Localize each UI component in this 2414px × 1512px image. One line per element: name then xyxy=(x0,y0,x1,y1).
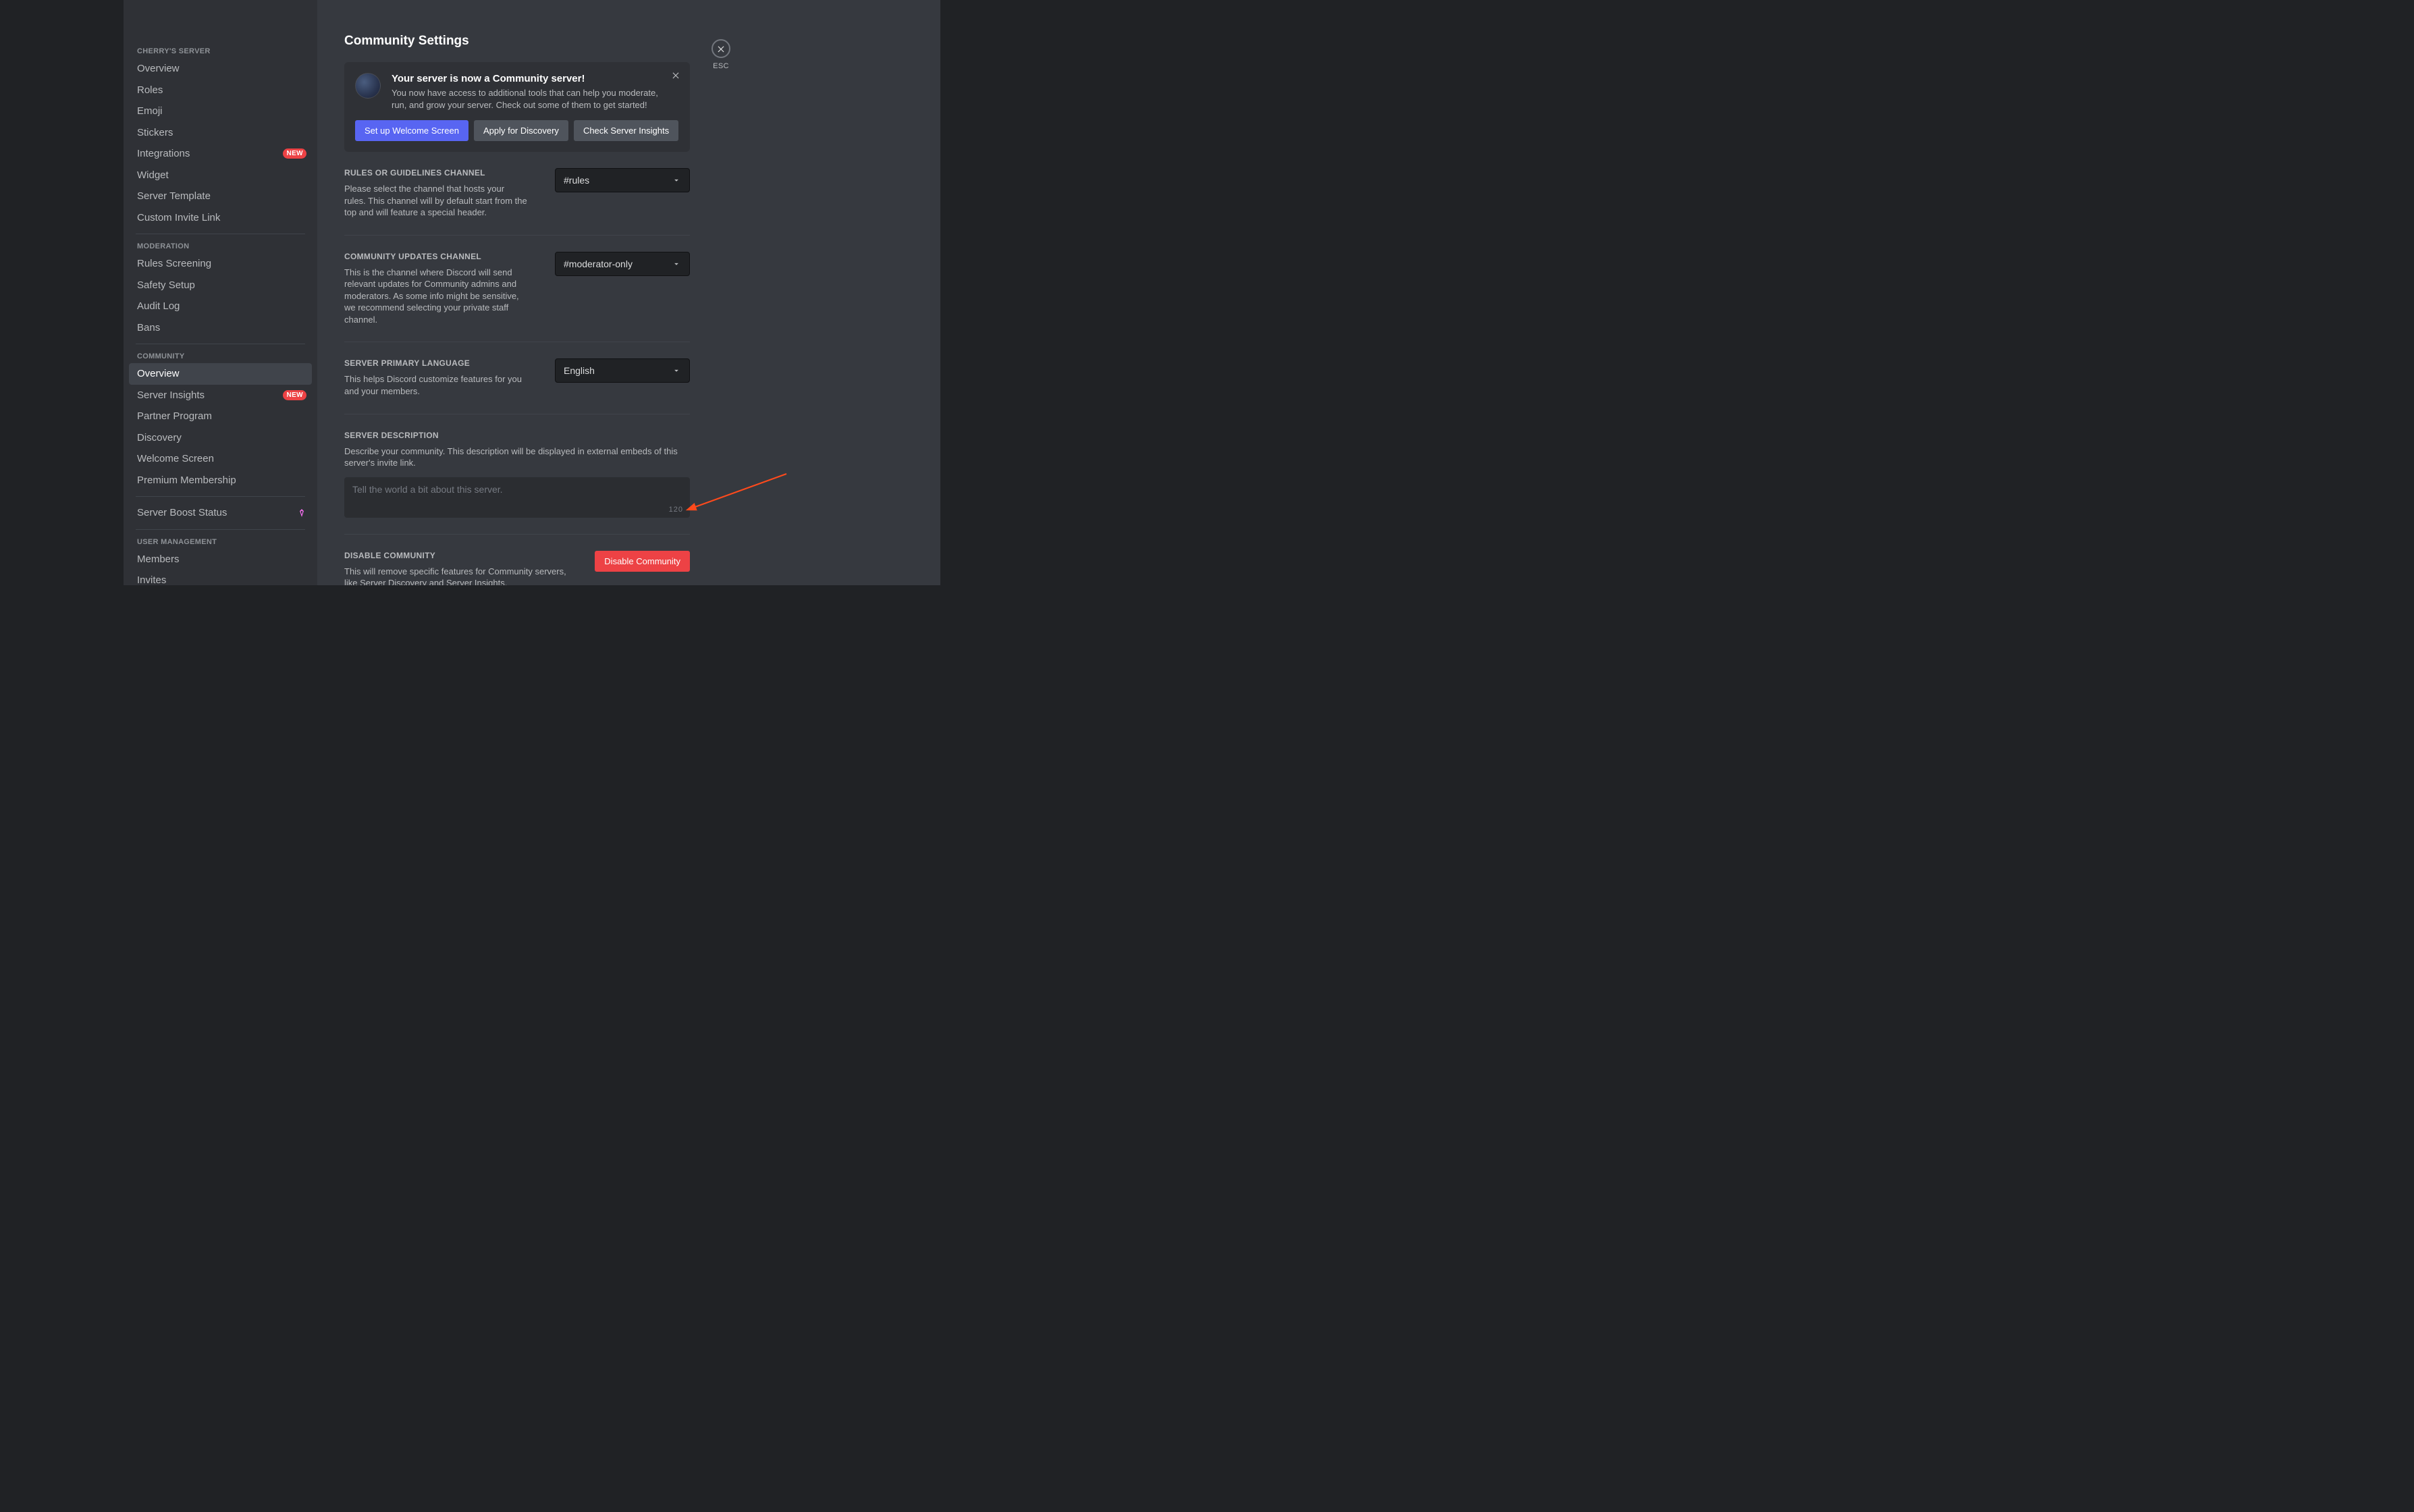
sidebar-item-label: Invites xyxy=(137,574,166,585)
language-desc: This helps Discord customize features fo… xyxy=(344,373,528,397)
char-count: 120 xyxy=(669,506,683,514)
divider xyxy=(344,534,690,535)
sidebar-item-label: Rules Screening xyxy=(137,257,211,271)
sidebar-section-header: CHERRY'S SERVER xyxy=(129,45,312,58)
server-description-hint: Describe your community. This descriptio… xyxy=(344,446,690,469)
sidebar-item-label: Stickers xyxy=(137,126,173,140)
banner-illustration xyxy=(355,73,381,99)
sidebar-item-roles[interactable]: Roles xyxy=(129,80,312,101)
sidebar-item-server-boost-status[interactable]: Server Boost Status xyxy=(129,502,312,524)
activity-bar-gutter xyxy=(0,0,124,585)
sidebar-item-label: Server Insights xyxy=(137,389,205,402)
settings-main: Community Settings Your server is now a … xyxy=(317,0,940,585)
sidebar-item-label: Audit Log xyxy=(137,300,180,313)
sidebar-item-invites[interactable]: Invites xyxy=(129,570,312,585)
rules-channel-title: RULES OR GUIDELINES CHANNEL xyxy=(344,168,528,178)
banner-description: You now have access to additional tools … xyxy=(392,87,662,111)
language-select[interactable]: English xyxy=(555,358,690,383)
sidebar-divider xyxy=(136,496,305,497)
language-value: English xyxy=(564,365,595,376)
sidebar-item-label: Safety Setup xyxy=(137,279,195,292)
sidebar-item-safety-setup[interactable]: Safety Setup xyxy=(129,275,312,296)
sidebar-item-label: Premium Membership xyxy=(137,474,236,487)
sidebar-item-server-template[interactable]: Server Template xyxy=(129,186,312,207)
sidebar-item-discovery[interactable]: Discovery xyxy=(129,427,312,449)
settings-sidebar: CHERRY'S SERVER Overview Roles Emoji Sticker… xyxy=(124,0,317,585)
sidebar-item-label: Discovery xyxy=(137,431,182,445)
sidebar-item-widget[interactable]: Widget xyxy=(129,165,312,186)
sidebar-item-label: Welcome Screen xyxy=(137,452,214,466)
sidebar-item-label: Widget xyxy=(137,169,169,182)
sidebar-item-emoji[interactable]: Emoji xyxy=(129,101,312,122)
boost-gem-icon xyxy=(297,508,306,518)
sidebar-section-header: USER MANAGEMENT xyxy=(129,535,312,549)
sidebar-item-partner-program[interactable]: Partner Program xyxy=(129,406,312,427)
sidebar-item-label: Custom Invite Link xyxy=(137,211,220,225)
sidebar-section-header: COMMUNITY xyxy=(129,350,312,363)
updates-channel-value: #moderator-only xyxy=(564,259,633,269)
sidebar-item-audit-log[interactable]: Audit Log xyxy=(129,296,312,317)
rules-channel-select[interactable]: #rules xyxy=(555,168,690,192)
sidebar-item-overview[interactable]: Overview xyxy=(129,363,312,385)
sidebar-item-label: Emoji xyxy=(137,105,163,118)
sidebar-item-label: Server Boost Status xyxy=(137,506,227,520)
rules-channel-desc: Please select the channel that hosts you… xyxy=(344,183,528,219)
close-icon xyxy=(716,44,726,53)
sidebar-section-header: MODERATION xyxy=(129,240,312,253)
sidebar-item-label: Roles xyxy=(137,84,163,97)
banner-close-icon[interactable] xyxy=(671,70,680,80)
disable-community-desc: This will remove specific features for C… xyxy=(344,566,579,585)
divider xyxy=(344,235,690,236)
sidebar-item-rules-screening[interactable]: Rules Screening xyxy=(129,253,312,275)
chevron-down-icon xyxy=(672,259,681,269)
sidebar-item-server-insights[interactable]: Server Insights NEW xyxy=(129,385,312,406)
new-badge: NEW xyxy=(283,390,306,400)
sidebar-item-integrations[interactable]: Integrations NEW xyxy=(129,143,312,165)
apply-for-discovery-button[interactable]: Apply for Discovery xyxy=(474,120,568,141)
sidebar-item-label: Members xyxy=(137,553,180,566)
chevron-down-icon xyxy=(672,176,681,185)
updates-channel-desc: This is the channel where Discord will s… xyxy=(344,267,528,326)
sidebar-item-members[interactable]: Members xyxy=(129,549,312,570)
disable-community-title: DISABLE COMMUNITY xyxy=(344,551,579,560)
check-server-insights-button[interactable]: Check Server Insights xyxy=(574,120,678,141)
disable-community-button[interactable]: Disable Community xyxy=(595,551,690,572)
sidebar-item-label: Server Template xyxy=(137,190,211,203)
close-settings-area: ESC xyxy=(712,39,730,70)
community-onboard-banner: Your server is now a Community server! Y… xyxy=(344,62,690,152)
rules-channel-value: #rules xyxy=(564,175,589,186)
banner-title: Your server is now a Community server! xyxy=(392,73,662,84)
setup-welcome-screen-button[interactable]: Set up Welcome Screen xyxy=(355,120,468,141)
close-settings-button[interactable] xyxy=(712,39,730,58)
new-badge: NEW xyxy=(283,148,306,159)
updates-channel-select[interactable]: #moderator-only xyxy=(555,252,690,276)
chevron-down-icon xyxy=(672,366,681,375)
sidebar-divider xyxy=(136,529,305,530)
settings-content: Community Settings Your server is now a … xyxy=(344,34,690,585)
sidebar-item-label: Overview xyxy=(137,62,180,76)
sidebar-item-premium-membership[interactable]: Premium Membership xyxy=(129,470,312,491)
sidebar-item-label: Bans xyxy=(137,321,160,335)
server-description-placeholder: Tell the world a bit about this server. xyxy=(352,484,682,495)
sidebar-item-label: Integrations xyxy=(137,147,190,161)
server-description-input[interactable]: Tell the world a bit about this server. … xyxy=(344,477,690,518)
sidebar-item-welcome-screen[interactable]: Welcome Screen xyxy=(129,448,312,470)
sidebar-item-label: Overview xyxy=(137,367,180,381)
sidebar-item-custom-invite-link[interactable]: Custom Invite Link xyxy=(129,207,312,229)
sidebar-item-overview[interactable]: Overview xyxy=(129,58,312,80)
sidebar-item-stickers[interactable]: Stickers xyxy=(129,122,312,144)
language-title: SERVER PRIMARY LANGUAGE xyxy=(344,358,528,368)
server-description-title: SERVER DESCRIPTION xyxy=(344,431,690,440)
page-title: Community Settings xyxy=(344,34,690,49)
sidebar-item-label: Partner Program xyxy=(137,410,212,423)
close-label: ESC xyxy=(713,62,729,70)
updates-channel-title: COMMUNITY UPDATES CHANNEL xyxy=(344,252,528,261)
sidebar-item-bans[interactable]: Bans xyxy=(129,317,312,339)
